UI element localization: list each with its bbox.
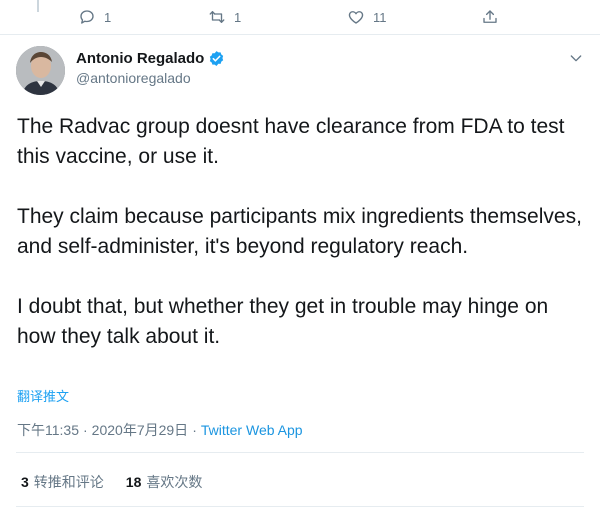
tweet-paragraph: I doubt that, but whether they get in tr… bbox=[17, 295, 549, 348]
tweet-metadata: 下午11:35 · 2020年7月29日 · Twitter Web App bbox=[17, 420, 303, 440]
tweet-paragraph: They claim because participants mix ingr… bbox=[17, 205, 582, 258]
verified-badge-icon bbox=[210, 51, 224, 66]
divider bbox=[16, 506, 584, 507]
retweets-count: 3 bbox=[21, 474, 29, 490]
tweet-paragraph: The Radvac group doesnt have clearance f… bbox=[17, 115, 565, 168]
divider bbox=[0, 34, 600, 35]
reply-count: 1 bbox=[104, 9, 112, 25]
likes-count: 18 bbox=[125, 474, 142, 490]
divider bbox=[16, 452, 584, 453]
reply-action[interactable]: 1 bbox=[78, 8, 111, 26]
like-action[interactable]: 11 bbox=[347, 8, 387, 26]
translate-tweet-link[interactable]: 翻译推文 bbox=[17, 386, 69, 405]
previous-tweet-action-bar: 1 1 11 bbox=[0, 0, 600, 34]
author-handle[interactable]: @antonioregalado bbox=[76, 70, 191, 86]
chevron-down-icon[interactable] bbox=[568, 50, 584, 66]
tweet-source-app[interactable]: Twitter Web App bbox=[201, 422, 303, 438]
likes-stat[interactable]: 18 喜欢次数 bbox=[126, 472, 203, 492]
share-action[interactable] bbox=[481, 8, 507, 26]
author-display-name[interactable]: Antonio Regalado bbox=[76, 50, 204, 67]
like-icon bbox=[348, 11, 364, 24]
meta-separator: · bbox=[83, 422, 88, 438]
avatar[interactable] bbox=[16, 46, 65, 95]
author-name-row[interactable]: Antonio Regalado bbox=[76, 50, 225, 67]
likes-label: 喜欢次数 bbox=[146, 474, 203, 490]
tweet-text: The Radvac group doesnt have clearance f… bbox=[17, 112, 587, 352]
retweet-icon bbox=[209, 11, 225, 23]
tweet-time[interactable]: 下午11:35 bbox=[17, 420, 79, 440]
reply-icon bbox=[80, 10, 94, 24]
tweet-stats: 3 转推和评论 18 喜欢次数 bbox=[21, 472, 224, 492]
tweet-date[interactable]: 2020年7月29日 bbox=[92, 420, 189, 440]
retweets-label: 转推和评论 bbox=[33, 474, 104, 490]
like-count: 11 bbox=[373, 9, 387, 25]
retweet-action[interactable]: 1 bbox=[208, 8, 241, 26]
share-icon bbox=[483, 10, 497, 23]
avatar-image bbox=[16, 46, 65, 95]
retweet-count: 1 bbox=[234, 9, 242, 25]
retweets-stat[interactable]: 3 转推和评论 bbox=[21, 472, 104, 492]
meta-separator: · bbox=[192, 422, 197, 438]
